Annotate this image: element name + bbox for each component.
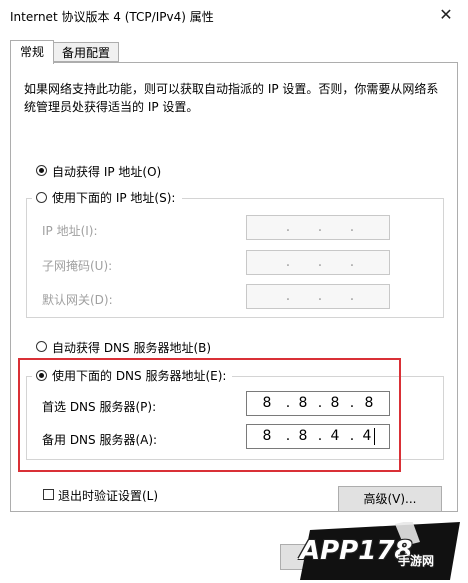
alternate-dns-field[interactable]: 8 . 8 . 4 . 4 — [246, 424, 390, 449]
validate-on-exit-checkbox[interactable] — [43, 489, 54, 500]
close-icon[interactable]: ✕ — [436, 5, 456, 25]
tab-general[interactable]: 常规 — [10, 40, 54, 64]
advanced-button[interactable]: 高级(V)... — [338, 486, 442, 512]
watermark-subtext: 手游网 — [398, 554, 435, 568]
auto-ip-radio[interactable] — [36, 165, 47, 176]
manual-dns-radio[interactable] — [36, 370, 47, 381]
window-title: Internet 协议版本 4 (TCP/IPv4) 属性 — [10, 10, 214, 24]
alternate-dns-label: 备用 DNS 服务器(A): — [42, 433, 158, 447]
manual-ip-label[interactable]: 使用下面的 IP 地址(S): — [52, 189, 175, 206]
ip-address-field[interactable]: . . . — [246, 215, 390, 240]
subnet-mask-field[interactable]: . . . — [246, 250, 390, 275]
radio-dot-icon — [39, 373, 44, 378]
default-gateway-field[interactable]: . . . — [246, 284, 390, 309]
auto-ip-label[interactable]: 自动获得 IP 地址(O) — [52, 163, 161, 180]
manual-dns-label[interactable]: 使用下面的 DNS 服务器地址(E): — [52, 367, 226, 384]
auto-dns-label[interactable]: 自动获得 DNS 服务器地址(B) — [52, 339, 211, 356]
tab-alternate-config[interactable]: 备用配置 — [53, 42, 119, 62]
text-caret — [374, 428, 375, 445]
preferred-dns-label: 首选 DNS 服务器(P): — [42, 400, 157, 414]
manual-ip-radio[interactable] — [36, 192, 47, 203]
default-gateway-label: 默认网关(D): — [42, 293, 113, 307]
watermark-text: APP178 — [300, 536, 413, 566]
radio-dot-icon — [39, 168, 44, 173]
subnet-mask-label: 子网掩码(U): — [42, 259, 113, 273]
preferred-dns-field[interactable]: 8 . 8 . 8 . 8 — [246, 391, 390, 416]
ip-address-label: IP 地址(I): — [42, 224, 98, 238]
description-text: 如果网络支持此功能，则可以获取自动指派的 IP 设置。否则，你需要从网络系统管理… — [24, 82, 439, 114]
auto-dns-radio[interactable] — [36, 341, 47, 352]
validate-on-exit-label[interactable]: 退出时验证设置(L) — [58, 487, 158, 504]
